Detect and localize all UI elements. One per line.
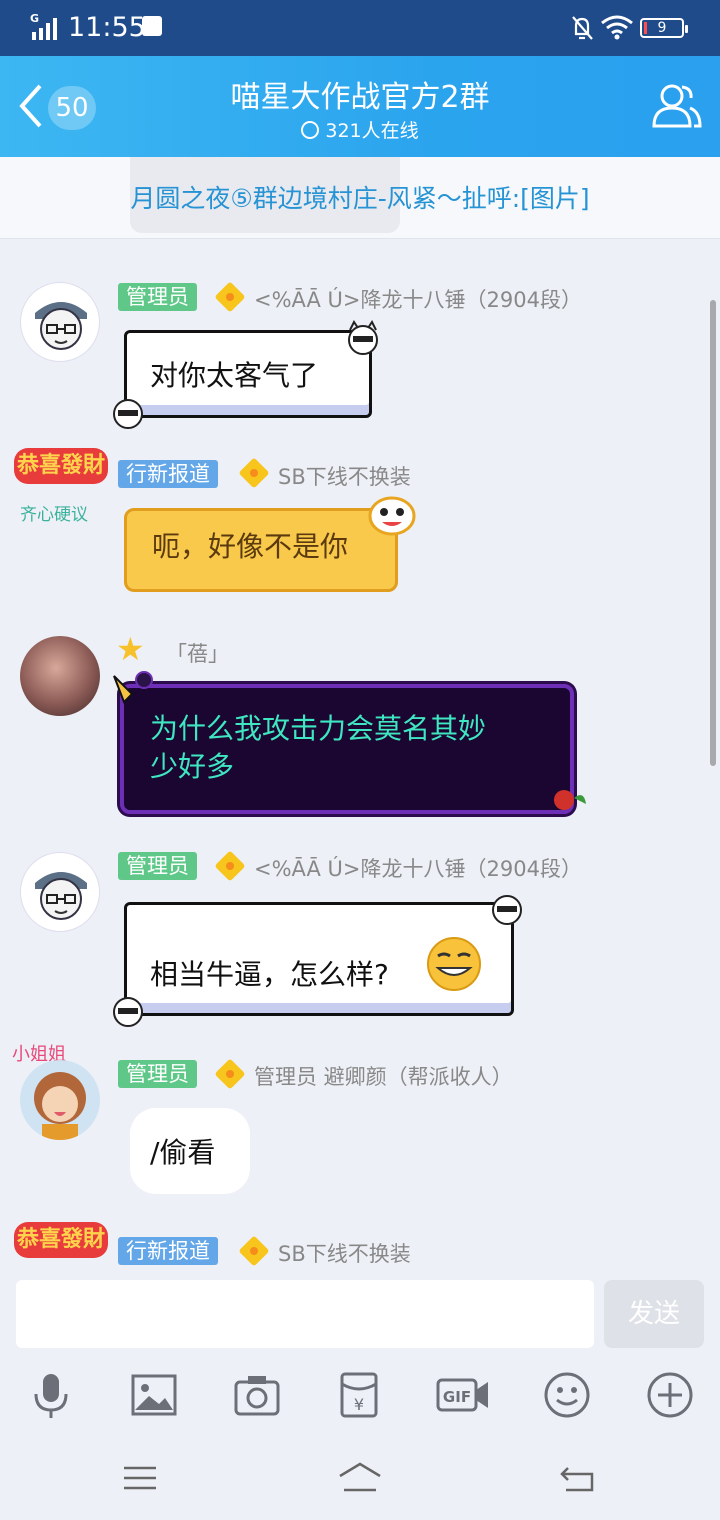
notification-icon xyxy=(142,16,162,36)
fortune-badge: 恭喜發財 xyxy=(14,1222,108,1258)
message-input[interactable] xyxy=(16,1280,594,1348)
pointing-hand-icon xyxy=(113,671,153,704)
level-diamond-icon xyxy=(214,850,246,882)
send-button[interactable]: 发送 xyxy=(604,1280,704,1348)
message-text: /偷看 xyxy=(150,1136,216,1169)
newbie-tag: 行新报道 xyxy=(118,1237,218,1265)
sender-name[interactable]: SB下线不换装 xyxy=(278,461,411,491)
image-icon[interactable] xyxy=(129,1370,179,1420)
input-bar: 发送 xyxy=(0,1276,720,1358)
avatar[interactable] xyxy=(20,636,100,716)
newbie-tag: 行新报道 xyxy=(118,460,218,488)
cat-sticker-icon xyxy=(113,997,143,1027)
bell-off-icon xyxy=(572,16,593,40)
chevron-down-icon xyxy=(301,121,320,139)
group-title[interactable]: 喵星大作战官方2群 xyxy=(0,72,720,116)
svg-text:GIF: GIF xyxy=(443,1388,471,1406)
avatar-badge[interactable]: 恭喜發財 齐心硬议 xyxy=(12,444,112,524)
admin-tag: 管理员 xyxy=(118,283,197,311)
message-text: 对你太客气了 xyxy=(150,359,319,392)
emoji-icon[interactable] xyxy=(542,1370,592,1420)
message-text: 呃，好像不是你 xyxy=(152,530,349,563)
admin-tag: 管理员 xyxy=(118,852,197,880)
plus-icon[interactable] xyxy=(645,1370,695,1420)
avatar[interactable] xyxy=(20,1060,100,1140)
cat-sticker-icon xyxy=(492,895,522,925)
cat-sticker-icon xyxy=(348,320,378,355)
camera-icon[interactable] xyxy=(232,1370,282,1420)
level-diamond-icon xyxy=(238,1235,270,1267)
rose-icon xyxy=(554,790,586,810)
level-diamond-icon xyxy=(214,281,246,313)
lion-dance-sticker-icon xyxy=(368,496,416,536)
system-nav-bar xyxy=(0,1438,720,1520)
group-notice[interactable]: 月圆之夜⑤群边境村庄-风紧～扯呼:[图片] xyxy=(0,157,720,239)
svg-text:¥: ¥ xyxy=(354,1395,364,1414)
level-diamond-icon xyxy=(238,457,270,489)
status-bar: G 11:55 9 xyxy=(0,0,720,56)
battery-icon: 9 xyxy=(640,18,688,38)
scrollbar[interactable] xyxy=(710,300,716,766)
avatar[interactable] xyxy=(20,282,100,362)
level-diamond-icon xyxy=(214,1058,246,1090)
sender-name[interactable]: SB下线不换装 xyxy=(278,1238,411,1268)
sender-name[interactable]: <%ĀĀ Ú>降龙十八锤（2904段） xyxy=(254,284,582,314)
fortune-badge: 恭喜發財 xyxy=(14,448,108,484)
home-icon[interactable] xyxy=(336,1458,384,1498)
badge-subtext: 齐心硬议 xyxy=(20,505,88,524)
sender-name[interactable]: 「蓓」 xyxy=(166,638,229,668)
mic-icon[interactable] xyxy=(26,1370,76,1420)
group-members-icon[interactable] xyxy=(650,82,702,130)
red-packet-icon[interactable]: ¥ xyxy=(334,1370,384,1420)
chat-toolbar: ¥ GIF xyxy=(0,1358,720,1438)
level-star-icon: ★ xyxy=(116,630,145,668)
message-text-line: 少好多 xyxy=(150,750,235,783)
clock: 11:55 xyxy=(68,12,146,43)
sender-name[interactable]: 管理员 避卿颜（帮派收人） xyxy=(254,1061,513,1091)
message-text: 相当牛逼，怎么样? xyxy=(150,958,389,991)
gif-icon[interactable]: GIF xyxy=(436,1370,490,1420)
grin-emoji-icon xyxy=(427,937,481,991)
signal-icon: G xyxy=(30,12,62,40)
back-icon[interactable] xyxy=(558,1458,598,1498)
message-text-line: 为什么我攻击力会莫名其妙 xyxy=(150,712,487,745)
notice-text: 月圆之夜⑤群边境村庄-风紧～扯呼:[图片] xyxy=(130,184,590,213)
sender-name[interactable]: <%ĀĀ Ú>降龙十八锤（2904段） xyxy=(254,853,582,883)
chat-header: 50 喵星大作战官方2群 321人在线 xyxy=(0,56,720,157)
cat-sticker-icon xyxy=(113,399,143,429)
admin-tag: 管理员 xyxy=(118,1060,197,1088)
menu-icon[interactable] xyxy=(120,1458,160,1498)
online-count[interactable]: 321人在线 xyxy=(0,116,720,143)
avatar[interactable] xyxy=(20,852,100,932)
wifi-icon xyxy=(601,15,633,40)
